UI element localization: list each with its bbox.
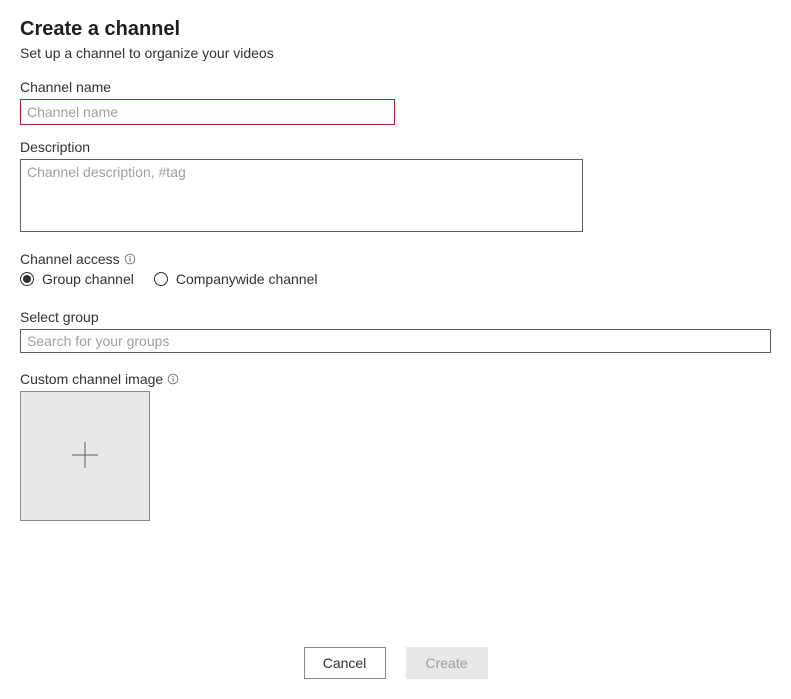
channel-access-label: Channel access bbox=[20, 251, 771, 267]
radio-companywide-channel[interactable]: Companywide channel bbox=[154, 271, 318, 287]
radio-group-channel[interactable]: Group channel bbox=[20, 271, 134, 287]
custom-image-label: Custom channel image bbox=[20, 371, 771, 387]
custom-image-label-text: Custom channel image bbox=[20, 371, 163, 387]
radio-label-companywide: Companywide channel bbox=[176, 271, 318, 287]
radio-label-group: Group channel bbox=[42, 271, 134, 287]
info-icon[interactable] bbox=[167, 373, 179, 385]
info-icon[interactable] bbox=[124, 253, 136, 265]
radio-circle-group bbox=[20, 272, 34, 286]
channel-name-label: Channel name bbox=[20, 79, 771, 95]
page-title: Create a channel bbox=[20, 18, 771, 41]
description-label: Description bbox=[20, 139, 771, 155]
description-input[interactable] bbox=[20, 159, 583, 232]
channel-access-label-text: Channel access bbox=[20, 251, 120, 267]
select-group-label: Select group bbox=[20, 309, 771, 325]
channel-access-radio-group: Group channel Companywide channel bbox=[20, 271, 771, 287]
plus-icon bbox=[70, 440, 100, 473]
create-button[interactable]: Create bbox=[406, 647, 488, 679]
cancel-button[interactable]: Cancel bbox=[304, 647, 386, 679]
custom-image-upload[interactable] bbox=[20, 391, 150, 521]
button-row: Cancel Create bbox=[0, 647, 791, 679]
channel-name-input[interactable] bbox=[20, 99, 395, 125]
page-subtitle: Set up a channel to organize your videos bbox=[20, 45, 771, 61]
radio-circle-companywide bbox=[154, 272, 168, 286]
select-group-input[interactable] bbox=[20, 329, 771, 353]
